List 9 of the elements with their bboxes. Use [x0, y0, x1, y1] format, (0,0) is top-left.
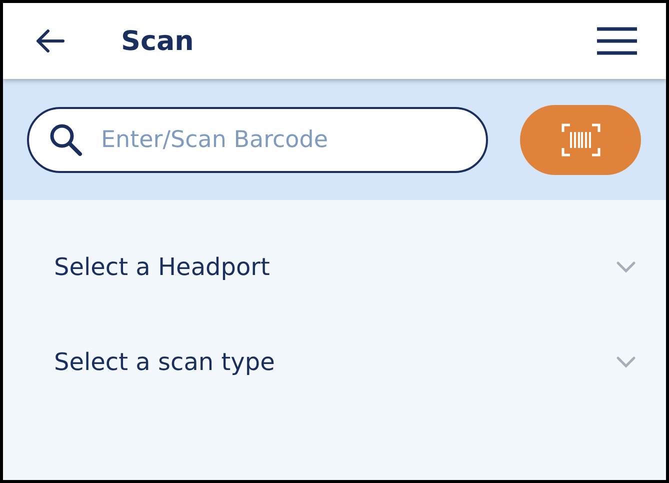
select-dropdown[interactable]: Select a scan type: [54, 337, 636, 432]
back-arrow-icon[interactable]: [35, 29, 65, 53]
chevron-down-icon: [616, 260, 636, 272]
chevron-down-icon: [616, 356, 636, 368]
select-dropdown[interactable]: Select a Headport: [54, 242, 636, 337]
search-field[interactable]: Enter/Scan Barcode: [27, 106, 488, 172]
menu-icon[interactable]: [596, 27, 638, 55]
page-title: Scan: [121, 26, 195, 56]
barcode-icon: [560, 122, 600, 156]
